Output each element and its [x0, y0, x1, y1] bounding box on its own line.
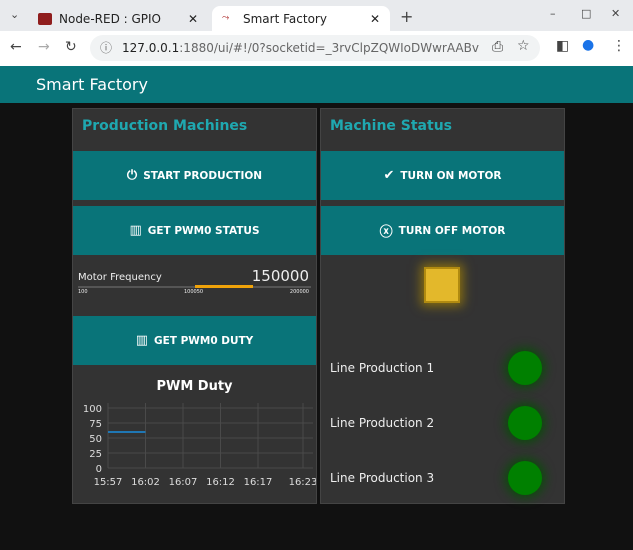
get-pwm0-duty-button[interactable]: ▥ GET PWM0 DUTY [73, 316, 316, 365]
line-2-label: Line Production 2 [330, 416, 435, 430]
url-path: :1880/ui/#!/0?socketid=_3rvClpZQWIoDWwrA… [179, 41, 479, 55]
button-label: GET PWM0 STATUS [147, 224, 260, 237]
chart-canvas: 100 75 50 25 0 15:57 16:02 16:07 16:12 16:17 16:23 [83, 403, 316, 488]
tab-list-icon[interactable]: ⌄ [10, 8, 19, 21]
button-label: TURN OFF MOTOR [398, 224, 506, 237]
x-tick-label: 15:57 [94, 477, 123, 488]
install-app-icon[interactable]: ⎙ [492, 39, 503, 55]
y-tick-label: 75 [89, 419, 102, 430]
turn-off-motor-button[interactable]: ⓧ TURN OFF MOTOR [321, 206, 564, 255]
close-tab-icon[interactable]: ✕ [370, 12, 380, 26]
side-panel-icon[interactable]: ◧ [556, 38, 569, 54]
x-tick-label: 16:07 [169, 477, 198, 488]
machine-status-panel: Machine Status ✔ TURN ON MOTOR ⓧ TURN OFF … [320, 108, 565, 504]
pwm-duty-chart: PWM Duty 100 75 50 25 0 15:57 16:02 16:07 16:12 1… [73, 371, 316, 503]
line-1-status-led [508, 351, 542, 385]
panel-title: Machine Status [330, 118, 452, 134]
slider-mid: 100050 [184, 289, 204, 295]
slider-max: 200000 [289, 289, 309, 295]
motor-indicator [424, 267, 460, 303]
slider-value: 150000 [251, 267, 309, 285]
tab-title: Smart Factory [243, 11, 327, 26]
node-red-icon: ⤳ [222, 12, 236, 25]
node-red-icon [38, 12, 52, 25]
menu-icon[interactable]: ⋮ [612, 38, 626, 54]
line-1-label: Line Production 1 [330, 361, 435, 375]
tab-gpio[interactable]: Node-RED : GPIO ✕ [28, 6, 208, 31]
button-label: START PRODUCTION [143, 169, 263, 182]
power-icon: ⏻ [126, 168, 138, 183]
maximize-icon[interactable]: □ [581, 7, 591, 20]
x-tick-label: 16:12 [206, 477, 235, 488]
slider-label: Motor Frequency [78, 272, 162, 283]
address-bar[interactable]: ⓘ 127.0.0.1:1880/ui/#!/0?socketid=_3rvClp… [90, 35, 540, 61]
motor-frequency-slider[interactable] [78, 285, 311, 288]
x-circle-icon: ⓧ [379, 225, 393, 240]
panel-title: Production Machines [82, 118, 248, 134]
turn-on-motor-button[interactable]: ✔ TURN ON MOTOR [321, 151, 564, 200]
y-tick-label: 100 [83, 404, 102, 415]
slider-min: 100 [78, 289, 88, 295]
tab-title: Node-RED : GPIO [59, 11, 161, 26]
production-machines-panel: Production Machines ⏻ START PRODUCTION ▥ G… [72, 108, 317, 504]
start-production-button[interactable]: ⏻ START PRODUCTION [73, 151, 316, 200]
get-pwm0-status-button[interactable]: ▥ GET PWM0 STATUS [73, 206, 316, 255]
bookmark-star-icon[interactable]: ☆ [517, 38, 530, 54]
line-3-status-led [508, 461, 542, 495]
line-2-status-led [508, 406, 542, 440]
x-tick-label: 16:02 [131, 477, 160, 488]
y-tick-label: 50 [89, 434, 102, 445]
browser-chrome: ⌄ Node-RED : GPIO ✕ ⤳ Smart Factory ✕ + – □… [0, 0, 633, 66]
app-header: Smart Factory [0, 66, 633, 103]
profile-icon[interactable]: ● [582, 37, 594, 53]
close-window-icon[interactable]: ✕ [611, 7, 620, 20]
button-label: GET PWM0 DUTY [153, 334, 254, 347]
y-tick-label: 25 [89, 449, 102, 460]
button-label: TURN ON MOTOR [400, 169, 502, 182]
check-circle-icon: ✔ [383, 168, 395, 183]
new-tab-icon[interactable]: + [400, 7, 413, 26]
x-tick-label: 16:17 [244, 477, 273, 488]
forward-icon[interactable]: → [38, 39, 50, 55]
line-3-label: Line Production 3 [330, 471, 435, 485]
slider-fill [194, 285, 253, 288]
tab-smart-factory[interactable]: ⤳ Smart Factory ✕ [212, 6, 390, 31]
chart-title: PWM Duty [156, 379, 233, 394]
minimize-icon[interactable]: – [550, 7, 556, 20]
back-icon[interactable]: ← [10, 39, 22, 55]
site-info-icon[interactable]: ⓘ [100, 35, 112, 61]
reload-icon[interactable]: ↻ [65, 39, 77, 55]
bar-chart-icon: ▥ [129, 223, 142, 238]
x-tick-label: 16:23 [289, 477, 316, 488]
bar-chart-icon: ▥ [135, 333, 148, 348]
y-tick-label: 0 [96, 464, 102, 475]
close-tab-icon[interactable]: ✕ [188, 12, 198, 26]
url-host: 127.0.0.1 [122, 41, 180, 55]
